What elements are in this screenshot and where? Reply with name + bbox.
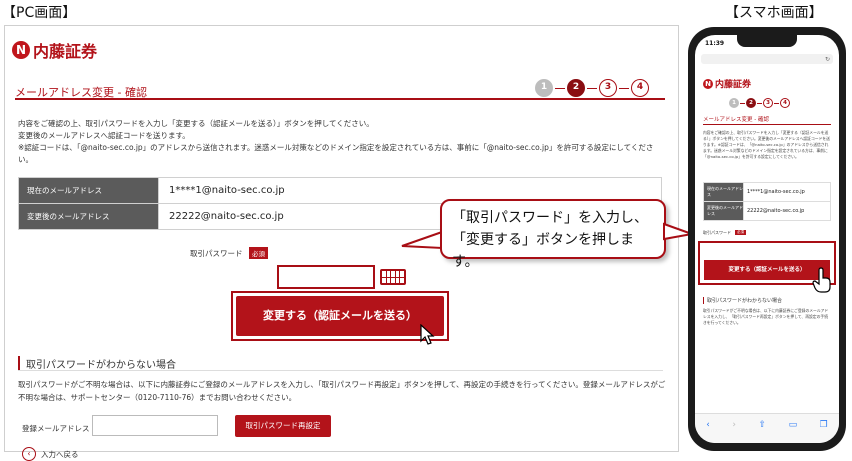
step-2: 2 <box>746 98 756 108</box>
step-1: 1 <box>535 79 553 97</box>
step-indicator: 1 2 3 4 <box>535 79 649 97</box>
phone-mockup: 11:39 ↻ N 内藤証券 1 2 3 4 メールアドレス変更 - 確認 内容… <box>688 27 846 451</box>
phone-instructions: 内容をご確認の上、取引パスワードを入力し「変更する（認証メールを送る）」ボタンを… <box>703 130 830 159</box>
phone-forgot-text: 取引パスワードがご不明な場合は、以下に内藤証券にご登録のメールアドレスを入力し、… <box>703 308 829 325</box>
phone-toolbar: ‹ › ⇧ ▭ ❐ <box>695 413 839 443</box>
callout-line: 「変更する」ボタンを押します。 <box>452 232 634 270</box>
password-label: 取引パスワード <box>190 249 243 258</box>
phone-brand-logo[interactable]: N 内藤証券 <box>703 77 751 90</box>
forgot-password-heading: 取引パスワードがわからない場合 <box>18 356 176 371</box>
title-divider <box>703 124 831 125</box>
back-label: 入力へ戻る <box>41 449 79 459</box>
reload-icon[interactable]: ↻ <box>825 56 830 63</box>
new-email-label: 変更後のメールアドレス <box>18 203 159 230</box>
phone-password-label: 取引パスワード <box>703 230 731 235</box>
software-keyboard-icon[interactable] <box>380 269 406 285</box>
back-arrow-icon[interactable]: ‹ <box>706 420 710 430</box>
phone-time: 11:39 <box>705 40 725 47</box>
instruction-line: 変更後のメールアドレスへ認証コードを送ります。 <box>18 131 190 140</box>
phone-forgot-heading: 取引パスワードがわからない場合 <box>703 297 782 304</box>
step-3: 3 <box>763 98 773 108</box>
logo-text: 内藤証券 <box>715 80 752 90</box>
back-link[interactable]: ‹ 入力へ戻る <box>22 447 79 461</box>
new-email-value: 22222@naito-sec.co.jp <box>743 201 831 221</box>
logo-mark: N <box>12 41 30 59</box>
step-3: 3 <box>599 79 617 97</box>
phone-email-table: 現在のメールアドレス 1****1@naito-sec.co.jp 変更後のメー… <box>703 182 831 221</box>
forward-arrow-icon[interactable]: › <box>732 420 736 430</box>
step-connector <box>619 87 629 89</box>
step-connector <box>587 87 597 89</box>
phone-required-badge: 必須 <box>735 230 746 235</box>
step-connector <box>555 87 565 89</box>
instruction-line: ※認証コードは、「@naito-sec.co.jp」のアドレスから送信されます。… <box>18 143 654 164</box>
step-2: 2 <box>567 79 585 97</box>
submit-button-highlight: 変更する（認証メールを送る） <box>231 291 449 341</box>
registered-email-input[interactable] <box>92 415 218 436</box>
phone-step-indicator: 1 2 3 4 <box>729 98 790 108</box>
required-badge: 必須 <box>249 247 268 259</box>
step-4: 4 <box>631 79 649 97</box>
forgot-password-text: 取引パスワードがご不明な場合は、以下に内藤証券にご登録のメールアドレスを入力し、… <box>18 380 666 402</box>
table-row: 変更後のメールアドレス 22222@naito-sec.co.jp <box>703 201 831 221</box>
new-email-label: 変更後のメールアドレス <box>703 201 744 221</box>
section-divider <box>18 370 663 371</box>
share-icon[interactable]: ⇧ <box>759 420 767 430</box>
phone-caption: 【スマホ画面】 <box>725 5 823 21</box>
tabs-icon[interactable]: ❐ <box>820 420 828 430</box>
brand-logo[interactable]: N 内藤証券 <box>12 38 97 62</box>
mouse-cursor-icon <box>420 324 435 345</box>
instruction-callout: 「取引パスワード」を入力し、 「変更する」ボタンを押します。 <box>440 199 666 270</box>
registered-email-label: 登録メールアドレス <box>22 424 90 433</box>
submit-button[interactable]: 変更する（認証メールを送る） <box>236 296 444 336</box>
phone-page-title: メールアドレス変更 - 確認 <box>703 117 769 123</box>
instruction-line: 内容をご確認の上、取引パスワードを入力し「変更する（認証メールを送る）」ボタンを… <box>18 119 374 128</box>
logo-mark: N <box>703 78 713 89</box>
bookmarks-icon[interactable]: ▭ <box>789 420 798 430</box>
reset-password-button[interactable]: 取引パスワード再設定 <box>235 415 331 437</box>
current-email-label: 現在のメールアドレス <box>703 182 744 202</box>
title-divider <box>15 98 665 100</box>
password-input[interactable] <box>277 265 375 289</box>
pc-caption: 【PC画面】 <box>2 5 77 21</box>
instructions: 内容をご確認の上、取引パスワードを入力し「変更する（認証メールを送る）」ボタンを… <box>18 118 663 166</box>
step-4: 4 <box>780 98 790 108</box>
phone-screen: 11:39 ↻ N 内藤証券 1 2 3 4 メールアドレス変更 - 確認 内容… <box>695 35 839 443</box>
phone-url-bar[interactable] <box>701 54 833 64</box>
step-1: 1 <box>729 98 739 108</box>
current-email-label: 現在のメールアドレス <box>18 177 159 204</box>
logo-text: 内藤証券 <box>33 42 98 61</box>
table-row: 現在のメールアドレス 1****1@naito-sec.co.jp <box>703 182 831 202</box>
current-email-value: 1****1@naito-sec.co.jp <box>743 182 831 202</box>
chevron-left-icon: ‹ <box>22 447 36 461</box>
callout-line: 「取引パスワード」を入力し、 <box>452 210 648 226</box>
tap-hand-icon <box>812 267 831 293</box>
